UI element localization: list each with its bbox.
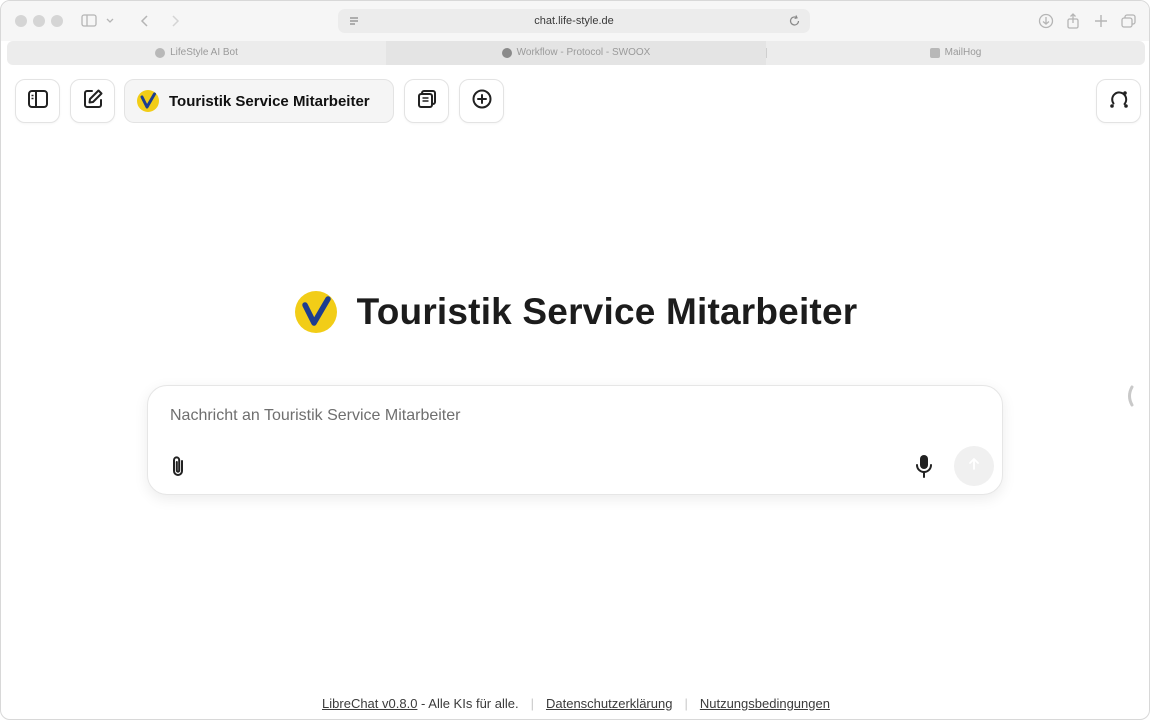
tab-lifestyle-ai-bot[interactable]: LifeStyle AI Bot [7,41,386,65]
new-tab-icon[interactable] [1093,11,1109,31]
tab-label: MailHog [944,47,982,58]
tab-workflow-protocol[interactable]: Workflow - Protocol - SWOOX [386,41,766,65]
footer-divider: | [684,695,688,711]
paperclip-icon[interactable] [166,454,190,480]
terms-of-use-link[interactable]: Nutzungsbedingungen [700,696,830,711]
back-icon[interactable] [139,11,151,31]
tab-label: LifeStyle AI Bot [170,47,238,58]
assistant-logo-icon [137,90,159,112]
arrow-up-icon [966,456,982,477]
tab-bar: LifeStyle AI Bot Workflow - Protocol - S… [7,41,1145,65]
close-window-button[interactable] [15,15,27,27]
sidebar-toggle-button[interactable] [15,79,60,123]
page-title: Touristik Service Mitarbeiter [356,291,858,332]
browser-window: chat.life-style.de LifeStyle AI Bot Work… [0,0,1150,720]
sidebar-icon [26,87,50,116]
assistant-logo-icon [294,291,337,333]
side-panel-handle[interactable] [1125,385,1135,407]
share-chat-icon [1107,87,1131,116]
copy-icon [415,87,439,116]
chevron-down-icon[interactable] [105,11,115,31]
share-icon[interactable] [1065,11,1081,31]
tab-favicon-icon [929,48,940,58]
send-button[interactable] [954,446,994,486]
message-composer [147,385,1003,495]
add-button[interactable] [459,79,504,123]
microphone-icon[interactable] [912,452,936,480]
footer: LibreChat v0.8.0 - Alle KIs für alle. | … [1,693,1149,713]
edit-icon [81,87,105,116]
tab-mailhog[interactable]: MailHog [766,41,1145,65]
browser-sidebar-icon[interactable] [81,11,99,31]
footer-tagline: - Alle KIs für alle. [417,695,519,711]
reload-icon[interactable] [788,14,801,33]
footer-divider: | [530,695,534,711]
librechat-version-link[interactable]: LibreChat v0.8.0 [322,696,417,711]
tab-label: Workflow - Protocol - SWOOX [516,47,651,58]
tab-favicon-icon [501,48,512,58]
message-input[interactable] [170,404,870,428]
privacy-policy-link[interactable]: Datenschutzerklärung [546,696,672,711]
plus-circle-icon [470,87,494,116]
share-chat-button[interactable] [1096,79,1141,123]
address-url: chat.life-style.de [534,15,614,27]
model-selector-button[interactable]: Touristik Service Mitarbeiter [124,79,394,123]
minimize-window-button[interactable] [33,15,45,27]
zoom-window-button[interactable] [51,15,63,27]
tab-favicon-icon [155,48,166,58]
new-chat-button[interactable] [70,79,115,123]
address-bar[interactable]: chat.life-style.de [338,9,810,33]
copy-conversation-button[interactable] [404,79,449,123]
landing-header: Touristik Service Mitarbeiter [1,289,1149,335]
model-selector-label: Touristik Service Mitarbeiter [169,92,370,110]
download-icon[interactable] [1037,11,1055,31]
forward-icon[interactable] [169,11,181,31]
browser-titlebar: chat.life-style.de [1,1,1149,41]
tab-overview-icon[interactable] [1120,11,1138,31]
